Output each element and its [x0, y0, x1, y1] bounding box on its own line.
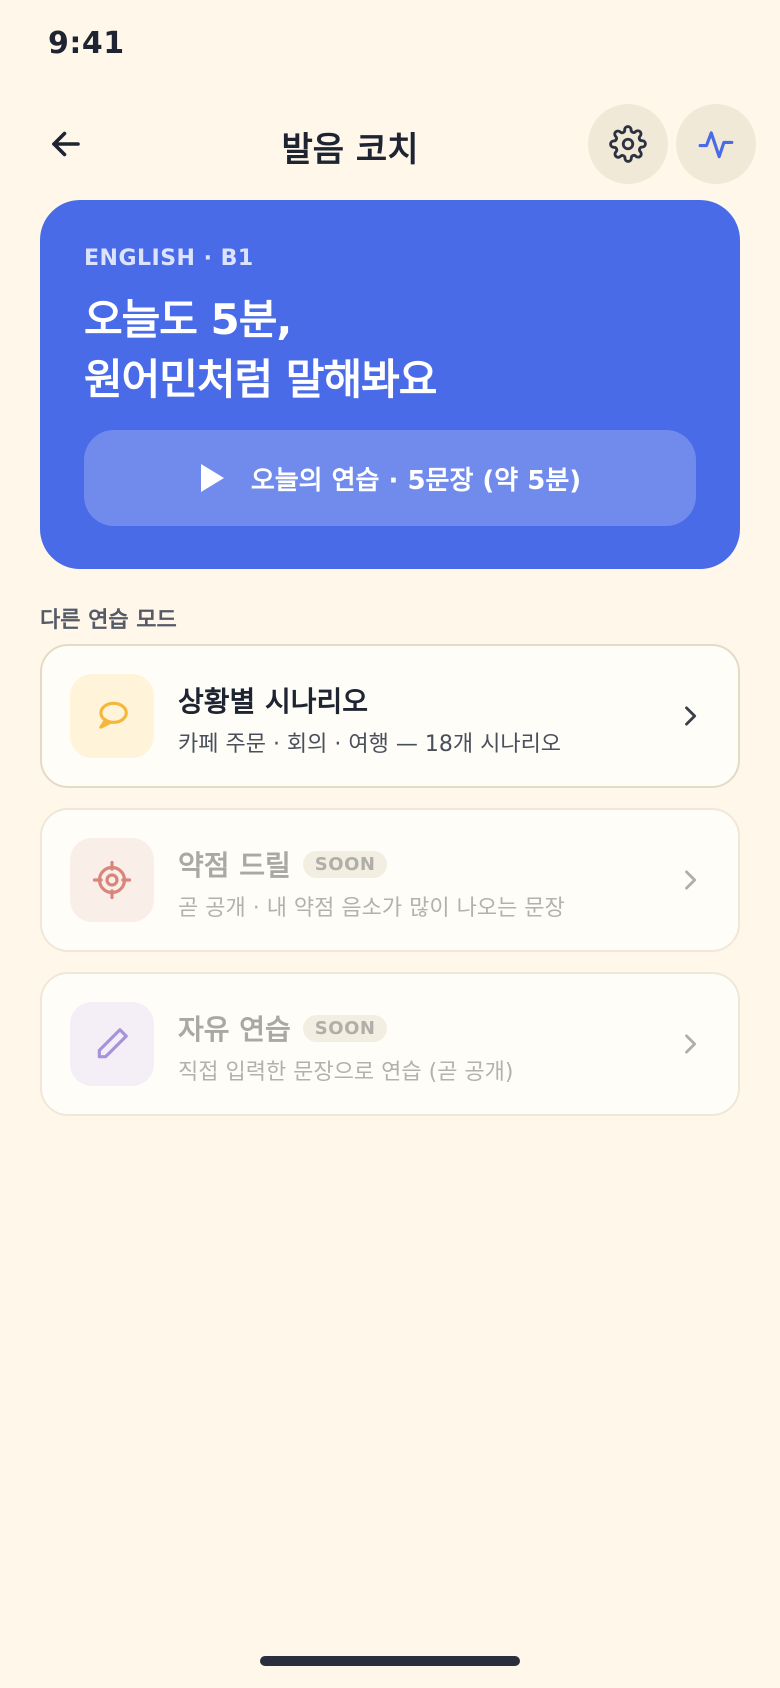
status-time: 9:41 — [48, 26, 125, 61]
mode-title: 상황별 시나리오 — [178, 685, 369, 718]
mode-title: 자유 연습 — [178, 1013, 291, 1046]
play-icon — [199, 463, 227, 493]
activity-pulse-icon — [698, 131, 734, 159]
mode-card-free-practice[interactable]: 자유 연습 SOON 직접 입력한 문장으로 연습 (곧 공개) — [40, 972, 740, 1116]
settings-button[interactable] — [588, 104, 668, 184]
start-today-practice-button[interactable]: 오늘의 연습 · 5문장 (약 5분) — [84, 430, 696, 526]
activity-button[interactable] — [676, 104, 756, 184]
pencil-icon — [97, 1028, 128, 1059]
mode-card-scenarios[interactable]: 상황별 시나리오 카페 주문 · 회의 · 여행 — 18개 시나리오 — [40, 644, 740, 788]
hero-card: ENGLISH · B1 오늘도 5분, 원어민처럼 말해봐요 오늘의 연습 ·… — [40, 200, 740, 569]
hero-headline-line1: 오늘도 5분, — [84, 295, 292, 344]
gear-icon — [609, 125, 647, 163]
chat-bubble-icon — [99, 701, 128, 729]
chevron-right-icon — [672, 862, 708, 898]
header: 발음 코치 — [0, 100, 780, 188]
start-button-label: 오늘의 연습 · 5문장 (약 5분) — [250, 465, 582, 496]
mode-subtitle: 카페 주문 · 회의 · 여행 — 18개 시나리오 — [178, 732, 562, 757]
section-title: 다른 연습 모드 — [40, 608, 177, 633]
soon-badge: SOON — [302, 850, 388, 878]
mode-subtitle: 직접 입력한 문장으로 연습 (곧 공개) — [178, 1060, 514, 1085]
mode-title: 약점 드릴 — [178, 849, 291, 882]
chevron-right-icon — [672, 698, 708, 734]
screen: 9:41 발음 코치 ENGLISH · B1 오늘도 5분, 원어민처럼 말해… — [0, 0, 780, 1688]
soon-badge: SOON — [302, 1014, 388, 1042]
target-icon — [92, 860, 132, 900]
mode-icon-tile — [70, 838, 154, 922]
hero-headline-line2: 원어민처럼 말해봐요 — [84, 355, 437, 404]
mode-card-weakness-drill[interactable]: 약점 드릴 SOON 곧 공개 · 내 약점 음소가 많이 나오는 문장 — [40, 808, 740, 952]
chevron-right-icon — [672, 1026, 708, 1062]
mode-icon-tile — [70, 674, 154, 758]
home-indicator[interactable] — [260, 1656, 520, 1666]
mode-icon-tile — [70, 1002, 154, 1086]
hero-level-label: ENGLISH · B1 — [84, 246, 254, 271]
mode-subtitle: 곧 공개 · 내 약점 음소가 많이 나오는 문장 — [178, 896, 565, 921]
